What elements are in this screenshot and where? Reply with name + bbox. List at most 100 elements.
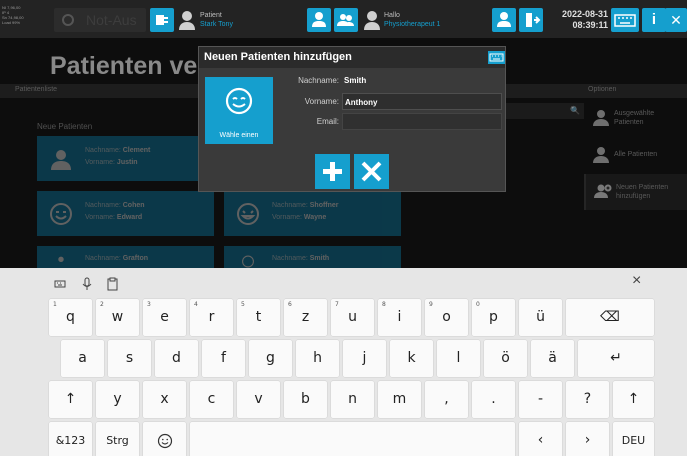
key-language[interactable]: DEU	[613, 422, 654, 456]
microphone-icon[interactable]	[80, 277, 94, 291]
key-label: z	[301, 309, 310, 325]
key-j[interactable]: j	[343, 340, 386, 377]
key-hint: 0	[476, 301, 480, 308]
key-hint: 5	[241, 301, 245, 308]
key-b[interactable]: b	[284, 381, 327, 418]
keyboard-button[interactable]	[611, 8, 639, 32]
key-enter[interactable]: ↵	[578, 340, 654, 377]
key-o[interactable]: 9o	[425, 299, 468, 336]
key-ae[interactable]: ä	[531, 340, 574, 377]
emergency-stop-button[interactable]: Not-Aus	[54, 8, 146, 32]
keyboard-close-button[interactable]: ×	[632, 272, 641, 290]
user-icon	[497, 12, 511, 27]
key-w[interactable]: 2w	[96, 299, 139, 336]
key-u[interactable]: 7u	[331, 299, 374, 336]
x-icon	[361, 161, 382, 182]
key-label: d	[172, 350, 181, 366]
key-right[interactable]: ›	[566, 422, 609, 456]
key-label: p	[489, 309, 498, 325]
key-label: Strg	[106, 434, 129, 447]
time: 08:39:11	[572, 20, 608, 30]
add-patient-dialog: Neuen Patienten hinzufügen Wähle einen N…	[198, 46, 506, 192]
confirm-add-button[interactable]	[315, 154, 350, 189]
connect-button[interactable]	[150, 8, 174, 32]
key-hyphen[interactable]: -	[519, 381, 562, 418]
logout-button[interactable]	[519, 8, 543, 32]
key-hint: 6	[288, 301, 292, 308]
key-label: q	[66, 309, 75, 325]
keyboard-settings-icon[interactable]	[54, 277, 68, 291]
key-ue[interactable]: ü	[519, 299, 562, 336]
key-y[interactable]: y	[96, 381, 139, 418]
key-e[interactable]: 3e	[143, 299, 186, 336]
key-label: l	[456, 350, 461, 366]
chevron-left-icon: ‹	[537, 432, 544, 448]
key-oe[interactable]: ö	[484, 340, 527, 377]
key-q[interactable]: 1q	[49, 299, 92, 336]
key-hint: 1	[53, 301, 57, 308]
key-n[interactable]: n	[331, 381, 374, 418]
key-label: x	[160, 391, 169, 407]
key-label: b	[301, 391, 310, 407]
cancel-button[interactable]	[354, 154, 389, 189]
email-label: Email:	[316, 117, 339, 126]
current-user[interactable]: Hallo Physiotherapeut 1	[362, 8, 480, 32]
keyboard-icon	[614, 14, 636, 27]
current-patient[interactable]: Patient Stark Tony	[177, 8, 299, 32]
smile-face-icon	[157, 433, 173, 449]
key-ctrl[interactable]: Strg	[96, 422, 139, 456]
key-h[interactable]: h	[296, 340, 339, 377]
users-button[interactable]	[334, 8, 358, 32]
dialog-keyboard-button[interactable]	[488, 51, 505, 64]
photo-picker-label: Wähle einen	[219, 132, 259, 139]
key-space[interactable]	[190, 422, 515, 456]
key-label: &123	[55, 434, 86, 447]
clipboard-icon[interactable]	[106, 277, 120, 291]
key-m[interactable]: m	[378, 381, 421, 418]
user-icon	[179, 11, 195, 30]
firstname-field[interactable]: Anthony	[342, 93, 502, 110]
email-field[interactable]	[342, 113, 502, 130]
plus-icon	[323, 162, 342, 181]
key-emoji[interactable]	[143, 422, 186, 456]
users-icon	[337, 14, 354, 26]
key-k[interactable]: k	[390, 340, 433, 377]
key-v[interactable]: v	[237, 381, 280, 418]
photo-picker[interactable]: Wähle einen	[205, 77, 273, 144]
key-p[interactable]: 0p	[472, 299, 515, 336]
key-left[interactable]: ‹	[519, 422, 562, 456]
key-g[interactable]: g	[249, 340, 292, 377]
close-button[interactable]: ✕	[665, 8, 687, 32]
key-label: w	[111, 309, 124, 325]
key-comma[interactable]: ,	[425, 381, 468, 418]
profile-button[interactable]	[492, 8, 516, 32]
info-button[interactable]: i	[642, 8, 666, 32]
key-s[interactable]: s	[108, 340, 151, 377]
key-a[interactable]: a	[61, 340, 104, 377]
key-period[interactable]: .	[472, 381, 515, 418]
key-label: o	[442, 309, 451, 325]
key-x[interactable]: x	[143, 381, 186, 418]
key-label: n	[348, 391, 357, 407]
key-t[interactable]: 5t	[237, 299, 280, 336]
key-f[interactable]: f	[202, 340, 245, 377]
single-user-button[interactable]	[307, 8, 331, 32]
key-shift-right[interactable]: ↑	[613, 381, 654, 418]
key-z[interactable]: 6z	[284, 299, 327, 336]
key-i[interactable]: 8i	[378, 299, 421, 336]
key-question[interactable]: ?	[566, 381, 609, 418]
lastname-field[interactable]: Smith	[342, 72, 502, 89]
key-backspace[interactable]: ⌫	[566, 299, 654, 336]
user-icon	[364, 11, 380, 30]
key-l[interactable]: l	[437, 340, 480, 377]
key-d[interactable]: d	[155, 340, 198, 377]
key-hint: 4	[194, 301, 198, 308]
key-c[interactable]: c	[190, 381, 233, 418]
key-symbols[interactable]: &123	[49, 422, 92, 456]
app-window: NI 7,96,00 IP 4 Sn 74,98,00 Load 99% Not…	[0, 0, 687, 456]
key-shift-left[interactable]: ↑	[49, 381, 92, 418]
user-role: Physiotherapeut 1	[384, 21, 441, 28]
patient-name: Stark Tony	[200, 21, 233, 28]
key-r[interactable]: 4r	[190, 299, 233, 336]
key-label: e	[160, 309, 169, 325]
